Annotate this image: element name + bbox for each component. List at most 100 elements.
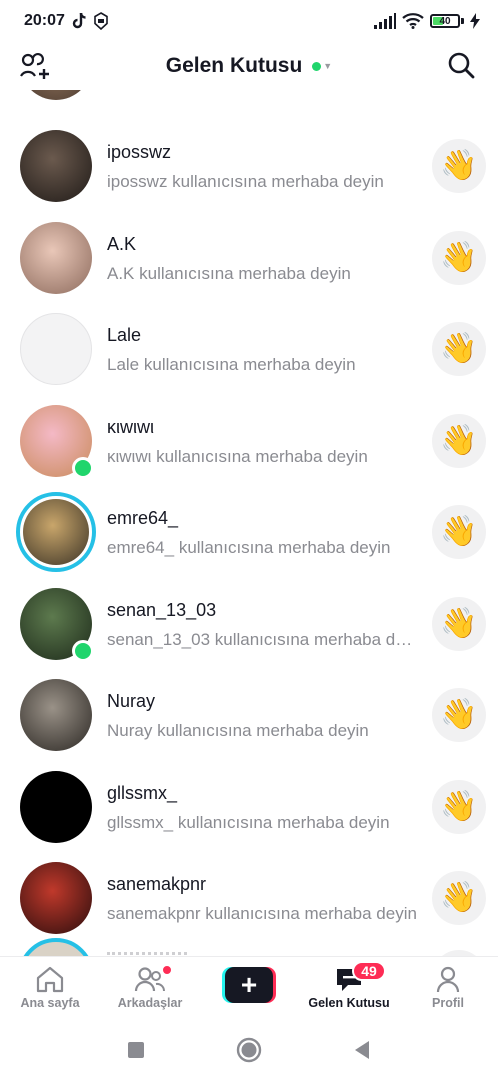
conversation-name: A.K — [107, 233, 137, 254]
conversation-name: gllssmx_ — [107, 782, 178, 803]
wave-button[interactable]: 👋 — [432, 413, 486, 468]
waving-hand-icon: 👋 — [440, 789, 478, 823]
wave-button[interactable]: 👋 — [432, 871, 486, 925]
list-item[interactable]: Nuray Nuray kullanıcısına merhaba deyin 👋 — [0, 669, 498, 760]
avatar-wrapper — [20, 221, 92, 294]
avatar[interactable] — [20, 90, 92, 100]
list-item[interactable]: senan_13_03 senan_13_03 kullanıcısına mer… — [0, 578, 498, 669]
wave-button[interactable]: 👋 — [432, 230, 486, 285]
avatar-wrapper — [20, 679, 92, 751]
nav-friends-label: Arkadaşlar — [117, 996, 183, 1010]
battery-icon: 40 — [430, 14, 464, 28]
battery-level: 40 — [439, 15, 451, 27]
create-button[interactable]: + — [222, 967, 276, 1003]
conversation-name: iposswz — [107, 142, 172, 162]
profile-icon — [436, 966, 460, 993]
avatar-wrapper — [20, 130, 92, 202]
nav-inbox-label: Gelen Kutusu — [308, 996, 390, 1010]
recents-button[interactable] — [116, 1030, 156, 1070]
tiktok-notification-icon — [72, 12, 86, 29]
conversation-preview: Nuray kullanıcısına merhaba deyin — [107, 721, 369, 740]
conversation-preview: Lale kullanıcısına merhaba deyin — [107, 355, 356, 374]
wave-button[interactable]: 👋 — [432, 139, 486, 193]
status-bar: 20:07 40 — [0, 0, 498, 42]
avatar[interactable] — [20, 862, 92, 934]
bottom-nav: Ana sayfa Arkadaşlar + 49 Gelen Kutusu P… — [0, 956, 498, 1020]
charging-bolt-icon — [470, 13, 480, 29]
conversation-preview: A.K kullanıcısına merhaba deyin — [107, 263, 351, 283]
list-item[interactable]: gllssmx_ gllssmx_ kullanıcısına merhaba d… — [0, 761, 498, 852]
page-title: Gelen Kutusu — [165, 54, 303, 77]
avatar-wrapper — [20, 404, 94, 479]
chevron-down-icon: ▼ — [323, 61, 333, 71]
shield-notification-icon — [94, 12, 108, 30]
list-item[interactable]: iposswz iposswz kullanıcısına merhaba dey… — [0, 120, 498, 211]
conversation-name: Nuray — [107, 691, 156, 711]
wave-button[interactable]: 👋 — [432, 688, 486, 742]
conversation-name: senan_13_03 — [107, 599, 217, 620]
waving-hand-icon: 👋 — [440, 881, 478, 914]
add-friends-icon — [20, 53, 49, 79]
conversation-list[interactable]: iposswz iposswz kullanıcısına merhaba dey… — [0, 90, 498, 956]
avatar[interactable] — [20, 770, 92, 843]
nav-profile[interactable]: Profil — [403, 957, 493, 1021]
wave-button[interactable]: 👋 — [432, 596, 486, 651]
conversation-name: emre64_ — [107, 508, 179, 528]
avatar-wrapper — [16, 492, 96, 572]
nav-home[interactable]: Ana sayfa — [5, 957, 95, 1021]
conversation-preview: sanemakpnr kullanıcısına merhaba deyin — [107, 904, 417, 923]
list-item[interactable]: Lale Lale kullanıcısına merhaba deyin 👋 — [0, 303, 498, 394]
avatar[interactable] — [20, 221, 92, 294]
plus-icon: + — [225, 967, 273, 1003]
nav-home-label: Ana sayfa — [20, 996, 80, 1010]
waving-hand-icon: 👋 — [440, 149, 478, 182]
avatar[interactable] — [20, 679, 92, 751]
waving-hand-icon: 👋 — [440, 698, 478, 731]
signal-icon — [374, 13, 396, 29]
inbox-badge: 49 — [352, 961, 386, 981]
system-nav-bar — [0, 1020, 498, 1080]
waving-hand-icon: 👋 — [440, 515, 478, 548]
list-item[interactable]: emre64_ emre64_ kullanıcısına merhaba dey… — [0, 486, 498, 577]
conversation-preview: ĸιwιwι kullanıcısına merhaba deyin — [107, 446, 368, 466]
avatar[interactable] — [20, 313, 92, 385]
wave-button[interactable]: 👋 — [432, 505, 486, 559]
list-item[interactable]: A.K A.K kullanıcısına merhaba deyin 👋 — [0, 212, 498, 303]
conversation-preview: gllssmx_ kullanıcısına merhaba deyin — [107, 812, 390, 832]
add-friends-button[interactable] — [18, 50, 52, 84]
list-item[interactable]: ĸιwιwι ĸιwιwι kullanıcısına merhaba deyin… — [0, 395, 498, 486]
waving-hand-icon: 👋 — [440, 240, 478, 274]
search-button[interactable] — [444, 48, 478, 82]
list-item[interactable]: sanemakpnr sanemakpnr kullanıcısına merha… — [0, 852, 498, 943]
recents-icon — [128, 1042, 145, 1058]
nav-inbox[interactable]: 49 Gelen Kutusu — [304, 957, 394, 1021]
avatar-wrapper — [20, 587, 94, 662]
nav-profile-icon-wrap — [434, 957, 462, 993]
avatar[interactable] — [20, 130, 92, 202]
nav-profile-label: Profil — [432, 996, 464, 1010]
wave-button[interactable]: 👋 — [432, 779, 486, 834]
home-icon — [36, 966, 64, 993]
back-button[interactable] — [342, 1030, 382, 1070]
search-icon — [448, 52, 475, 79]
home-system-button[interactable] — [229, 1030, 269, 1070]
conversation-name: ĸιwιwι — [107, 416, 154, 437]
status-left: 20:07 — [24, 12, 109, 30]
inbox-title-dropdown[interactable]: Gelen Kutusu ▼ — [166, 54, 332, 78]
waving-hand-icon: 👋 — [440, 332, 478, 365]
online-status-dot — [312, 61, 322, 71]
status-time: 20:07 — [24, 12, 65, 29]
home-circle-icon — [236, 1037, 262, 1063]
inbox-header: Gelen Kutusu ▼ — [0, 42, 498, 90]
waving-hand-icon: 👋 — [440, 606, 478, 640]
conversation-preview: senan_13_03 kullanıcısına merhaba deyin — [107, 629, 419, 649]
avatar-wrapper — [20, 862, 92, 934]
avatar-with-story[interactable] — [16, 492, 96, 572]
wave-button[interactable]: 👋 — [432, 322, 486, 376]
nav-friends[interactable]: Arkadaşlar — [105, 957, 195, 1021]
conversation-preview: iposswz kullanıcısına merhaba deyin — [107, 172, 384, 191]
avatar-wrapper — [20, 313, 92, 385]
conversation-preview: emre64_ kullanıcısına merhaba deyin — [107, 538, 391, 557]
online-status-selector[interactable]: ▼ — [312, 61, 332, 71]
conversation-name: sanemakpnr — [107, 874, 207, 894]
